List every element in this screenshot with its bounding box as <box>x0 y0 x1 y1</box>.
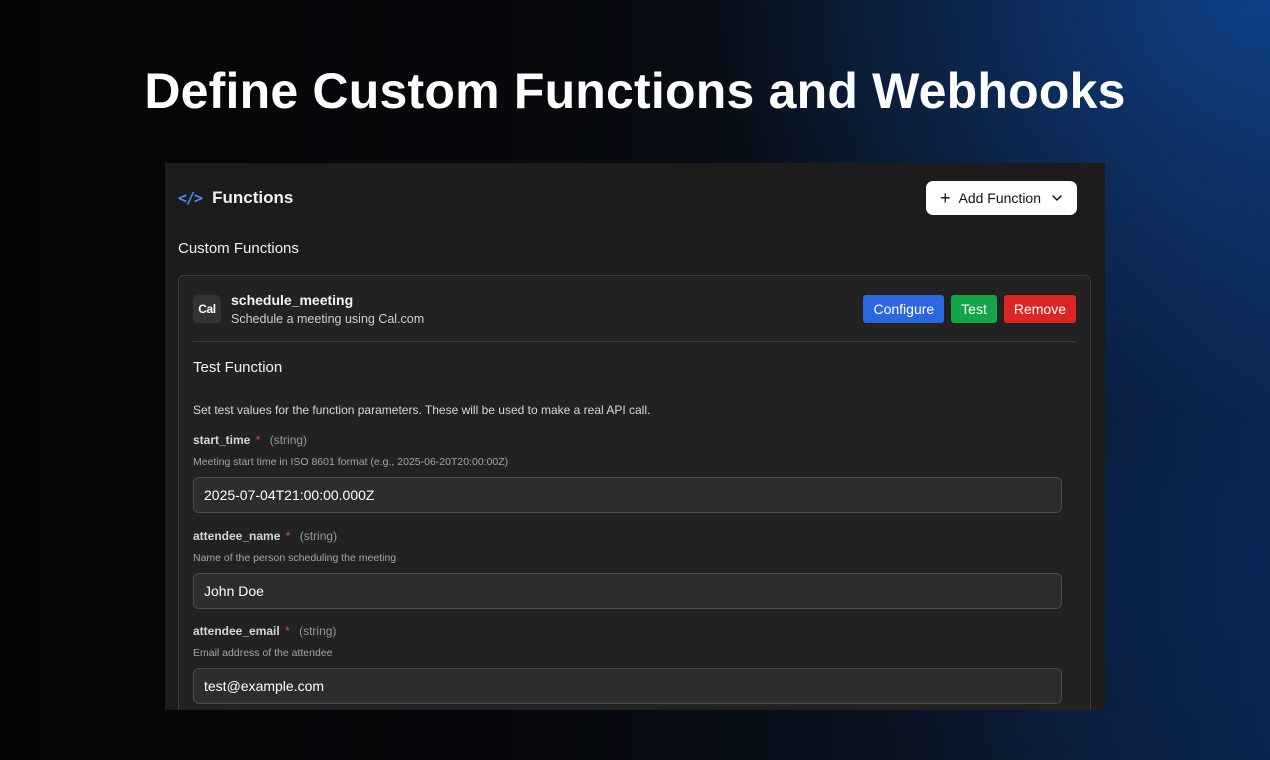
test-function-title: Test Function <box>193 359 283 376</box>
function-text: schedule_meeting Schedule a meeting usin… <box>231 292 424 326</box>
code-icon: </> <box>178 189 203 207</box>
param-label: attendee_name * (string) <box>193 529 1062 543</box>
test-instructions: Set test values for the function paramet… <box>193 403 651 417</box>
chevron-down-icon <box>1051 192 1063 204</box>
function-card: Cal schedule_meeting Schedule a meeting … <box>178 275 1091 710</box>
param-name: start_time <box>193 433 251 447</box>
function-name: schedule_meeting <box>231 292 354 308</box>
param-attendee-name: attendee_name * (string) Name of the per… <box>193 529 1062 609</box>
param-start-time: start_time * (string) Meeting start time… <box>193 433 1062 513</box>
param-type: (string) <box>299 624 337 638</box>
panel-title-group: </> Functions <box>178 188 293 208</box>
param-label: start_time * (string) <box>193 433 1062 447</box>
panel-title: Functions <box>212 188 294 207</box>
configure-button[interactable]: Configure <box>863 295 945 323</box>
remove-button[interactable]: Remove <box>1003 295 1076 323</box>
plus-icon: + <box>939 187 951 208</box>
param-help-text: Name of the person scheduling the meetin… <box>193 552 397 564</box>
test-button[interactable]: Test <box>951 295 997 323</box>
functions-panel: </> Functions + Add Function Custom Func… <box>165 163 1105 710</box>
param-help-text: Email address of the attendee <box>193 647 333 659</box>
param-label: attendee_email * (string) <box>193 624 1062 638</box>
required-marker: * <box>285 529 291 543</box>
function-info: Cal schedule_meeting Schedule a meeting … <box>193 292 424 326</box>
section-title: Custom Functions <box>178 240 299 257</box>
param-attendee-email: attendee_email * (string) Email address … <box>193 624 1062 704</box>
panel-header: </> Functions + Add Function <box>178 181 1077 215</box>
param-type: (string) <box>269 433 308 447</box>
attendee-name-input[interactable]: John Doe <box>193 573 1062 609</box>
add-function-button[interactable]: + Add Function <box>925 181 1077 215</box>
attendee-email-input[interactable]: test@example.com <box>193 668 1062 704</box>
function-row: Cal schedule_meeting Schedule a meeting … <box>193 292 1076 326</box>
cal-logo-icon: Cal <box>193 295 221 323</box>
required-marker: * <box>255 433 261 447</box>
param-type: (string) <box>299 529 338 543</box>
required-marker: * <box>285 624 290 638</box>
page-title: Define Custom Functions and Webhooks <box>144 63 1126 119</box>
start-time-input[interactable]: 2025-07-04T21:00:00.000Z <box>193 477 1062 513</box>
divider <box>193 341 1076 342</box>
param-help-text: Meeting start time in ISO 8601 format (e… <box>193 456 509 468</box>
param-name: attendee_name <box>193 529 281 543</box>
function-description: Schedule a meeting using Cal.com <box>231 312 425 326</box>
function-actions: Configure Test Remove <box>863 295 1076 323</box>
add-function-label: Add Function <box>958 190 1042 206</box>
param-name: attendee_email <box>193 624 280 638</box>
